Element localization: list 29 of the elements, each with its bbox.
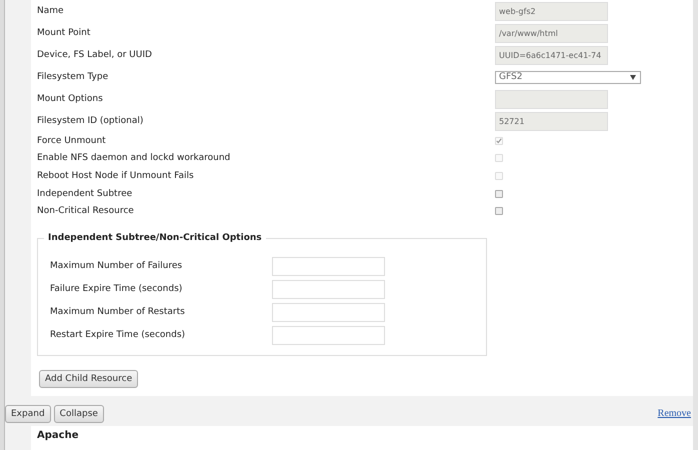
input-field[interactable] bbox=[272, 302, 385, 322]
input-field[interactable] bbox=[272, 256, 385, 276]
field-label: Enable NFS daemon and lockd workaround bbox=[37, 153, 232, 164]
input-field[interactable] bbox=[272, 280, 385, 299]
checkbox[interactable] bbox=[495, 207, 503, 216]
field-label: Non-Critical Resource bbox=[37, 206, 135, 216]
field-label: Restart Expire Time (seconds) bbox=[50, 330, 186, 340]
caret-icon bbox=[630, 74, 636, 80]
field-label: Independent Subtree bbox=[37, 188, 134, 199]
field-label: Filesystem Type bbox=[37, 72, 110, 82]
field-label: Failure Expire Time (seconds) bbox=[50, 284, 184, 294]
remove-link[interactable]: Remove bbox=[658, 408, 691, 420]
field-label: Device, FS Label, or UUID bbox=[37, 50, 153, 60]
field-label: Force Unmount bbox=[37, 136, 107, 146]
filesystem-type-dropdown[interactable]: GFS2 bbox=[495, 70, 641, 84]
input-field[interactable] bbox=[272, 326, 385, 345]
add-child-resource-button[interactable]: Add Child Resource bbox=[39, 370, 138, 388]
field-label: Name bbox=[37, 6, 65, 16]
resource-title: Apache bbox=[37, 430, 78, 441]
checkbox[interactable] bbox=[495, 190, 503, 198]
field-label: Mount Point bbox=[37, 28, 92, 38]
field-label: Maximum Number of Failures bbox=[50, 261, 184, 272]
field-label: Mount Options bbox=[37, 94, 104, 104]
fieldset-legend: Independent Subtree/Non-Critical Options bbox=[44, 232, 266, 243]
field-label: Reboot Host Node if Unmount Fails bbox=[37, 170, 195, 181]
field-label: Filesystem ID (optional) bbox=[37, 116, 144, 126]
toolbar-button[interactable]: Collapse bbox=[54, 404, 104, 423]
toolbar-button[interactable]: Expand bbox=[5, 404, 51, 423]
field-label: Maximum Number of Restarts bbox=[50, 307, 186, 318]
